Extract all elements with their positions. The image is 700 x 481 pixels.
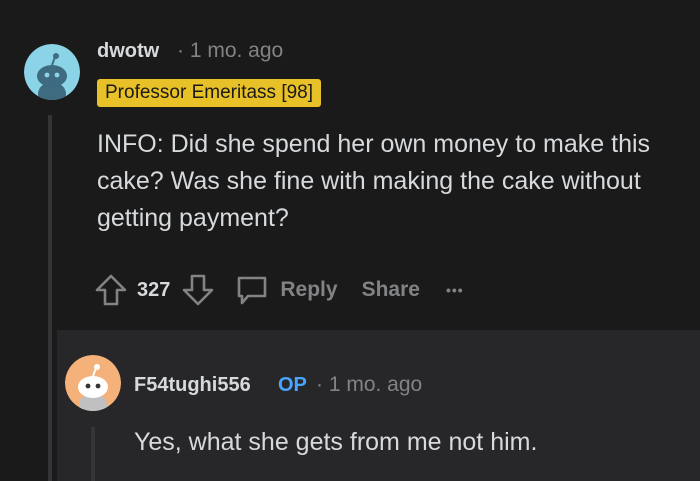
- reply-timestamp[interactable]: · 1 mo. ago: [316, 373, 422, 397]
- downvote-icon[interactable]: [180, 272, 216, 308]
- reply-username[interactable]: F54tughi556: [134, 374, 251, 397]
- reply-button[interactable]: Reply: [234, 272, 338, 308]
- thread-line[interactable]: [48, 115, 52, 481]
- snoo-avatar-icon: [24, 44, 80, 100]
- username[interactable]: dwotw: [97, 40, 159, 63]
- comment-bubble-icon: [238, 276, 267, 305]
- user-flair: Professor Emeritass [98]: [97, 79, 322, 107]
- timestamp[interactable]: · 1 mo. ago: [177, 39, 283, 63]
- reply-body: Yes, what she gets from me not him.: [134, 428, 538, 456]
- more-options-button[interactable]: •••: [446, 282, 464, 298]
- share-button[interactable]: Share: [362, 278, 420, 302]
- comment-action-bar: 327 Reply Share •••: [93, 270, 464, 310]
- reply-user-avatar[interactable]: [65, 355, 121, 411]
- reply-label: Reply: [280, 278, 338, 301]
- snoo-avatar-icon: [65, 355, 121, 411]
- vote-count: 327: [137, 278, 171, 301]
- op-badge: OP: [278, 374, 307, 396]
- comment-body: INFO: Did she spend her own money to mak…: [97, 130, 651, 232]
- reply-thread-line[interactable]: [91, 427, 95, 481]
- upvote-icon[interactable]: [93, 272, 129, 308]
- user-avatar[interactable]: [24, 44, 80, 100]
